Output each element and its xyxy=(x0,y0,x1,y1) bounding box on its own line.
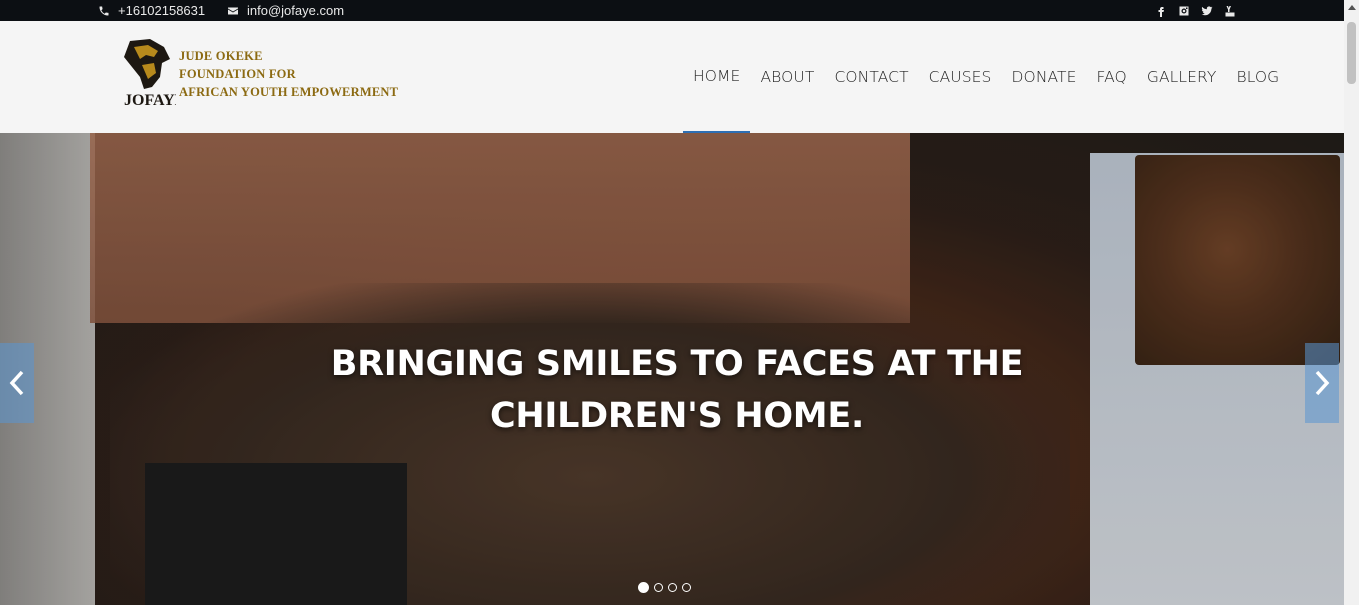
slider-dot-1[interactable] xyxy=(638,582,649,593)
scrollbar-thumb[interactable] xyxy=(1347,22,1356,84)
email-contact[interactable]: info@jofaye.com xyxy=(227,0,344,21)
main-nav: HOME ABOUT CONTACT CAUSES DONATE FAQ GAL… xyxy=(683,21,1289,133)
social-links xyxy=(1155,0,1236,21)
phone-number: +16102158631 xyxy=(118,3,206,18)
email-address: info@jofaye.com xyxy=(247,3,345,18)
instagram-icon[interactable] xyxy=(1178,5,1190,17)
hero-caption-line-1: BRINGING SMILES TO FACES AT THE xyxy=(330,344,1024,384)
nav-donate[interactable]: DONATE xyxy=(1002,21,1087,133)
nav-causes[interactable]: CAUSES xyxy=(919,21,1002,133)
slider-prev-button[interactable] xyxy=(0,343,34,423)
phone-contact[interactable]: +16102158631 xyxy=(98,0,205,21)
logo-line-3: AFRICAN YOUTH EMPOWERMENT xyxy=(179,85,399,99)
nav-blog[interactable]: BLOG xyxy=(1226,21,1289,133)
logo-wordmark: JOFAYE xyxy=(124,92,176,109)
twitter-icon[interactable] xyxy=(1201,5,1213,17)
chevron-right-icon xyxy=(1315,370,1330,396)
hero-caption-line-2: CHILDREN'S HOME. xyxy=(490,396,864,436)
phone-icon xyxy=(99,6,109,15)
logo-line-2: FOUNDATION FOR xyxy=(179,67,296,81)
slider-next-button[interactable] xyxy=(1305,343,1339,423)
hero-slider: BRINGING SMILES TO FACES AT THE CHILDREN… xyxy=(0,133,1344,605)
nav-contact[interactable]: CONTACT xyxy=(824,21,918,133)
nav-about[interactable]: ABOUT xyxy=(750,21,824,133)
hero-caption: BRINGING SMILES TO FACES AT THE CHILDREN… xyxy=(292,338,1062,442)
top-bar: +16102158631 info@jofaye.com xyxy=(0,0,1344,21)
youtube-icon[interactable] xyxy=(1224,5,1236,17)
slider-dot-2[interactable] xyxy=(654,583,663,592)
slider-dot-3[interactable] xyxy=(668,583,677,592)
slider-pagination xyxy=(638,582,691,593)
chevron-left-icon xyxy=(9,370,24,396)
logo-text[interactable]: JUDE OKEKE FOUNDATION FOR AFRICAN YOUTH … xyxy=(179,47,398,101)
page-scrollbar[interactable] xyxy=(1344,0,1359,605)
facebook-icon[interactable] xyxy=(1155,5,1167,17)
site-header: JOFAYE JUDE OKEKE FOUNDATION FOR AFRICAN… xyxy=(0,21,1344,133)
scroll-up-arrow[interactable] xyxy=(1348,5,1356,10)
nav-home[interactable]: HOME xyxy=(683,21,751,133)
slider-dot-4[interactable] xyxy=(682,583,691,592)
logo-line-1: JUDE OKEKE xyxy=(179,49,263,63)
nav-gallery[interactable]: GALLERY xyxy=(1137,21,1227,133)
logo-mark[interactable]: JOFAYE xyxy=(120,37,176,109)
nav-faq[interactable]: FAQ xyxy=(1087,21,1137,133)
envelope-icon xyxy=(228,7,238,14)
